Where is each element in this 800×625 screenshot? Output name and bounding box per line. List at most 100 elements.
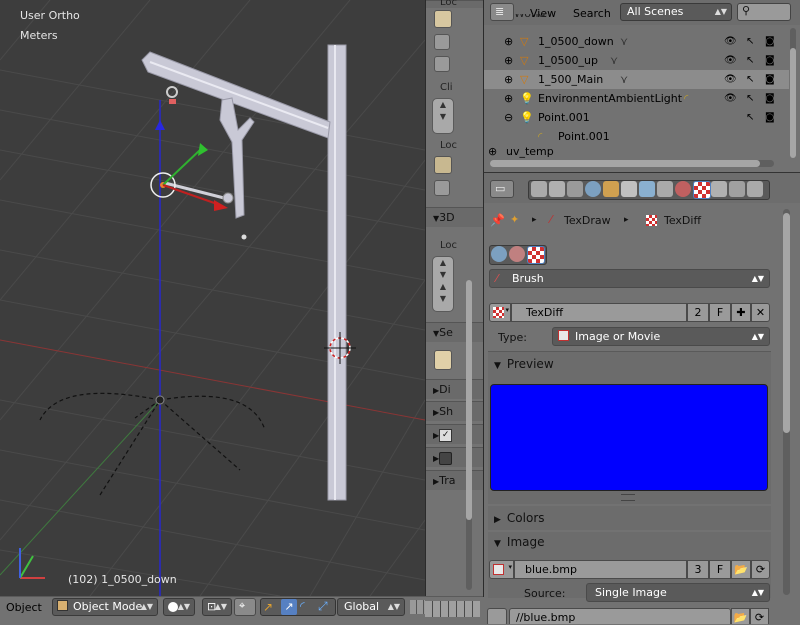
preview-header[interactable]: ▼ Preview	[488, 353, 554, 375]
pack-icon[interactable]	[487, 608, 507, 624]
shelf-scrollbar[interactable]	[466, 280, 472, 590]
select-cursor-icon[interactable]: ↖	[746, 89, 754, 108]
panel-tra[interactable]: ▶Tra	[426, 470, 483, 490]
visibility-eye-icon[interactable]: 👁	[724, 32, 737, 51]
material-tab-icon[interactable]	[675, 181, 691, 197]
render-camera-icon[interactable]: ◙	[765, 32, 775, 51]
select-cursor-icon[interactable]: ↖	[746, 32, 754, 51]
editor-type-button[interactable]: ≣	[490, 3, 514, 21]
tool-tab-icon[interactable]	[747, 181, 763, 197]
fake-user-button[interactable]: F	[709, 303, 731, 322]
object-tab-icon[interactable]	[603, 181, 619, 197]
object-menu[interactable]: Object	[6, 601, 42, 614]
layer-grid[interactable]	[425, 596, 483, 625]
render-camera-icon[interactable]: ◙	[765, 89, 775, 108]
pin-icon[interactable]: 📌	[490, 213, 505, 227]
render-camera-icon[interactable]: ◙	[765, 70, 775, 89]
cube-icon[interactable]	[434, 156, 452, 174]
rotate-icon[interactable]: ↗	[281, 599, 297, 615]
expand-icon[interactable]: ⊕	[488, 146, 497, 158]
physics-tab-icon[interactable]	[729, 181, 745, 197]
image-source-dropdown[interactable]: Single Image ▲▼	[586, 583, 770, 602]
panel-toggle[interactable]: ▶	[426, 447, 483, 467]
outliner-hscroll[interactable]	[490, 160, 774, 167]
image-name-field[interactable]: blue.bmp	[514, 560, 687, 579]
new-texture-icon[interactable]: ✚	[731, 303, 751, 322]
visibility-eye-icon[interactable]: 👁	[724, 70, 737, 89]
texture-tab-icon[interactable]	[693, 181, 711, 199]
world-tab-icon[interactable]	[585, 181, 601, 197]
manipulator-toggle[interactable]: ⌖	[234, 598, 256, 616]
world-texture-icon[interactable]	[491, 246, 507, 262]
texture-name-field[interactable]: TexDiff	[511, 303, 687, 322]
resize-handle[interactable]	[621, 494, 635, 501]
collapse-icon[interactable]: ⊖	[504, 108, 513, 127]
outliner-row[interactable]: ⊖ 💡 Point.001 ↖ ◙	[484, 108, 789, 127]
browse-folder-icon[interactable]: 📂	[731, 608, 750, 624]
outliner-row[interactable]: ⊕ 💡 EnvironmentAmbientLight ◜ 👁 ↖ ◙	[484, 89, 789, 108]
select-cursor-icon[interactable]: ↖	[746, 70, 754, 89]
outliner-vscroll[interactable]	[790, 28, 796, 158]
data-tab-icon[interactable]	[657, 181, 673, 197]
brush-texture-icon[interactable]	[527, 246, 545, 264]
texture-type-dropdown[interactable]: Image or Movie ▲▼	[552, 327, 770, 346]
stepper-control[interactable]: ▲ ▼ ▲ ▼	[432, 256, 454, 312]
panel-se[interactable]: ▼Se	[426, 322, 483, 342]
toggle-button[interactable]	[434, 56, 450, 72]
texture-users-count[interactable]: 2	[687, 303, 709, 322]
layer-buttons[interactable]	[410, 600, 425, 614]
render-camera-icon[interactable]: ◙	[765, 51, 775, 70]
scale-icon[interactable]: ◜	[300, 599, 305, 613]
shading-icon[interactable]	[434, 350, 452, 370]
toggle-button[interactable]	[434, 180, 450, 196]
panel-3d[interactable]: ▼3D	[426, 207, 483, 227]
select-cursor-icon[interactable]: ↖	[746, 51, 754, 70]
outliner-row[interactable]: ⊕ ▽ 1_0500_down ⋎ 👁 ↖ ◙	[484, 32, 789, 51]
brush-dropdown[interactable]: ⁄ Brush ▲▼	[489, 269, 770, 288]
outliner-row-selected[interactable]: ⊕ ▽ 1_500_Main ⋎ 👁 ↖ ◙	[484, 70, 789, 89]
panel-check[interactable]: ▶ ✓	[426, 424, 483, 444]
orientation-dropdown[interactable]: Global ▲▼	[337, 598, 405, 616]
expand-icon[interactable]: ⊕	[504, 51, 513, 70]
expand-icon[interactable]: ⊕	[504, 32, 513, 51]
editor-type-button[interactable]: ▭	[490, 180, 514, 198]
expand-icon[interactable]: ⊕	[504, 70, 513, 89]
image-users-count[interactable]: 3	[687, 560, 709, 579]
select-cursor-icon[interactable]: ↖	[746, 108, 754, 127]
cube-icon[interactable]	[434, 10, 452, 28]
colors-panel-header[interactable]: ▶ Colors	[488, 506, 771, 530]
layers-tab-icon[interactable]	[549, 181, 565, 197]
outliner-row[interactable]: ⊕ ▽ 1_0500_up ⋎ 👁 ↖ ◙	[484, 51, 789, 70]
filepath-field[interactable]: //blue.bmp	[509, 608, 731, 624]
panel-sh[interactable]: ▶Sh	[426, 401, 483, 421]
3d-viewport[interactable]: User Ortho Meters (102) 1_0500_down	[0, 0, 425, 596]
particles-tab-icon[interactable]	[711, 181, 727, 197]
scale-handle-icon[interactable]: ⤢	[318, 599, 328, 614]
toggle-button[interactable]	[434, 34, 450, 50]
reload-icon[interactable]: ⟳	[751, 560, 770, 579]
constraints-tab-icon[interactable]	[621, 181, 637, 197]
mode-dropdown[interactable]: Object Mode ▲▼	[52, 598, 158, 616]
render-tab-icon[interactable]	[531, 181, 547, 197]
unlink-icon[interactable]: ✕	[751, 303, 770, 322]
panel-di[interactable]: ▶Di	[426, 379, 483, 399]
outliner-row[interactable]: ◜ Point.001	[484, 127, 789, 146]
reload-icon[interactable]: ⟳	[750, 608, 769, 624]
image-browse-button[interactable]: ▾	[489, 560, 514, 579]
open-folder-icon[interactable]: 📂	[731, 560, 751, 579]
visibility-eye-icon[interactable]: 👁	[724, 51, 737, 70]
texture-browse-button[interactable]: ▾	[489, 303, 511, 322]
outliner-row[interactable]: ⊕ uv_temp	[484, 146, 789, 158]
material-texture-icon[interactable]	[509, 246, 525, 262]
stepper-control[interactable]: ▲ ▼	[432, 98, 454, 134]
properties-scrollbar[interactable]	[783, 209, 790, 595]
image-panel-header[interactable]: ▼ Image	[488, 530, 545, 554]
expand-icon[interactable]: ⊕	[504, 89, 513, 108]
render-camera-icon[interactable]: ◙	[765, 108, 775, 127]
translate-icon[interactable]: ↗	[263, 600, 273, 614]
shading-dropdown[interactable]: ▲▼	[163, 598, 195, 616]
scene-tab-icon[interactable]	[567, 181, 583, 197]
modifiers-tab-icon[interactable]	[639, 181, 655, 197]
visibility-eye-icon[interactable]: 👁	[724, 89, 737, 108]
image-fake-user-button[interactable]: F	[709, 560, 731, 579]
